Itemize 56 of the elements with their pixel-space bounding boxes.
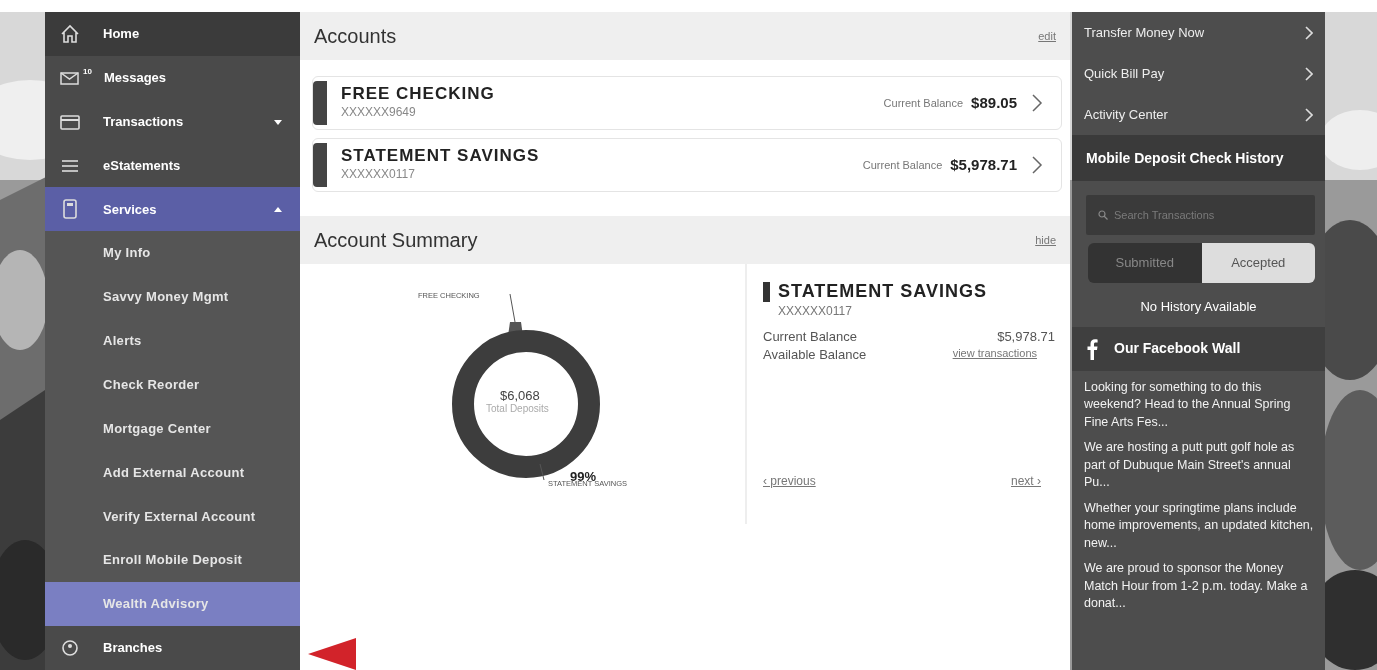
account-name: FREE CHECKING [341,84,495,104]
field-label: Available Balance [763,346,867,364]
chevron-right-icon [1305,66,1313,81]
sidebar-item[interactable]: eStatements [45,143,300,188]
search-icon [1098,210,1108,220]
sidebar-item[interactable]: Home [45,12,300,56]
balance-amount: $5,978.71 [950,154,1017,175]
section-title: Account Summary [314,228,478,253]
account-number: XXXXXX0117 [778,302,853,320]
post-text: Whether your springtime plans include home improvements, an updated kitchen, new... [1083,499,1315,552]
account-marker [313,81,327,125]
sidebar-item[interactable]: Branches [45,626,300,670]
sidebar-item[interactable]: Transactions [45,99,300,144]
account-name: STATEMENT SAVINGS [341,146,540,166]
total-label: Total Deposits [486,402,549,416]
account-card[interactable]: FREE CHECKING XXXXXX9649 Current Balance $89.05 [312,76,1062,130]
account-marker [313,143,327,187]
field-value: $5,978.71 [997,327,1055,346]
message-count: 10 [83,65,92,78]
field-label: Current Balance [763,327,857,346]
chevron-right-icon [1305,25,1313,40]
account-number: XXXXXX9649 [341,104,417,122]
toggle-tab[interactable]: Accepted [1201,243,1315,283]
account-number: XXXXXX0117 [341,166,416,184]
hide-link[interactable]: hide [1035,231,1056,249]
search-field[interactable]: Search Transactions [1086,195,1315,235]
post-text: We are hosting a putt putt golf hole as part of Dubuque Main Street's annual Pu... [1083,439,1296,491]
caret-icon [274,118,282,125]
post-text: We are proud to sponsor the Money Match Hour from 1-2 p.m. today. Make a donat... [1083,560,1309,612]
account-card[interactable]: STATEMENT SAVINGS XXXXXX0117 Current Balance $5,978.71 [312,138,1062,192]
balance-amount: $89.05 [971,92,1017,113]
panel-heading: Our Facebook Wall [1114,339,1241,358]
quick-link[interactable]: Quick Bill Pay [1072,53,1325,94]
sidebar-item[interactable]: 10 Messages [45,55,300,100]
view-transactions-link[interactable]: view transactions [952,346,1037,365]
quick-link[interactable]: Transfer Money Now [1072,12,1325,53]
balance-label: Current Balance [883,95,964,111]
account-name: STATEMENT SAVINGS [763,282,1055,302]
toggle-tab[interactable]: Submitted [1088,243,1202,283]
chevron-right-icon [1305,107,1313,122]
pointer-arrow-icon [308,638,356,670]
quick-link[interactable]: Activity Center [1072,94,1325,135]
chevron-right-icon [1031,94,1043,112]
home-icon [59,22,81,45]
sidebar-item[interactable]: Services [45,187,300,232]
total-amount: $6,068 [500,387,540,404]
chevron-right-icon [1031,156,1043,174]
section-title: Accounts [314,24,397,49]
next-link[interactable]: next › [1011,472,1041,491]
panel-heading: Mobile Deposit Check History [1072,135,1325,181]
empty-message: No History Available [1139,298,1258,316]
previous-link[interactable]: ‹ previous [763,472,816,491]
post-text: Looking for something to do this weekend? Head to the Annual Spring Fine Arts Fes... [1083,378,1292,431]
caret-icon [274,206,282,213]
edit-link[interactable]: edit [1038,27,1056,45]
balance-label: Current Balance [862,157,943,173]
